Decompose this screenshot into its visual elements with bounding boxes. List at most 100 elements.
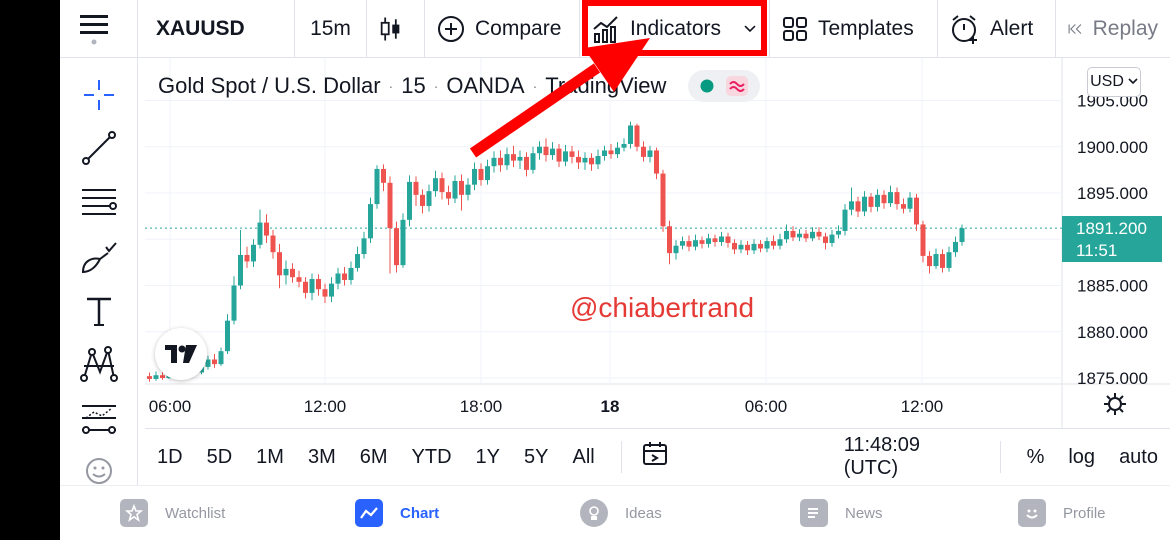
candle xyxy=(914,193,919,231)
range-all[interactable]: All xyxy=(560,446,606,469)
nav-profile-label: Profile xyxy=(1063,504,1106,522)
chart-settings-button[interactable] xyxy=(1103,392,1127,421)
market-status-badge[interactable] xyxy=(688,70,761,102)
candle xyxy=(231,276,237,325)
time-tick-label: 18:00 xyxy=(460,397,503,416)
candle xyxy=(459,174,464,211)
percent-scale-toggle[interactable]: % xyxy=(1015,446,1057,469)
candle xyxy=(400,213,406,268)
candle xyxy=(264,214,269,243)
candle xyxy=(257,209,263,249)
time-tick-label: 06:00 xyxy=(149,397,192,416)
candle xyxy=(628,121,633,149)
candle xyxy=(660,169,666,232)
candle xyxy=(374,165,380,209)
log-scale-toggle[interactable]: log xyxy=(1056,446,1107,469)
candle xyxy=(758,240,763,253)
candle xyxy=(842,204,848,236)
legend-interval: 15 xyxy=(401,73,426,98)
candle xyxy=(361,231,367,259)
candle xyxy=(576,150,581,169)
candle xyxy=(316,274,321,296)
nav-ideas[interactable]: Ideas xyxy=(580,499,662,527)
candle xyxy=(777,233,783,250)
candle xyxy=(836,225,841,239)
candle xyxy=(823,232,828,250)
candle xyxy=(465,178,471,201)
candle xyxy=(582,152,588,170)
last-price-tag: 1891.200 11:51 xyxy=(1062,216,1162,262)
candle xyxy=(394,221,399,273)
price-chart[interactable]: 1905.0001900.0001895.0001885.0001880.000… xyxy=(60,0,1170,428)
candle xyxy=(381,164,386,192)
candle xyxy=(732,239,737,255)
candle xyxy=(387,176,393,274)
tradingview-logo[interactable] xyxy=(155,328,207,380)
currency-label: USD xyxy=(1090,73,1124,90)
legend-symbol-name: Gold Spot / U.S. Dollar xyxy=(158,73,381,98)
auto-scale-toggle[interactable]: auto xyxy=(1107,446,1170,469)
candle xyxy=(751,239,757,255)
candle xyxy=(537,141,542,160)
range-3m[interactable]: 3M xyxy=(296,446,348,469)
legend-separator: · xyxy=(433,78,439,94)
candle xyxy=(212,353,217,368)
candle xyxy=(517,150,523,169)
watchlist-icon xyxy=(120,499,148,527)
candle xyxy=(784,224,789,243)
range-1m[interactable]: 1M xyxy=(244,446,296,469)
nav-chart[interactable]: Chart xyxy=(355,499,439,527)
range-1y[interactable]: 1Y xyxy=(464,446,512,469)
nav-profile[interactable]: Profile xyxy=(1018,499,1106,527)
chart-icon xyxy=(355,499,383,527)
go-to-date-button[interactable] xyxy=(636,441,674,473)
price-tick-label: 1880.000 xyxy=(1077,323,1148,342)
price-tick-label: 1875.000 xyxy=(1077,369,1148,388)
candle xyxy=(342,267,347,286)
range-1d[interactable]: 1D xyxy=(145,446,195,469)
candle xyxy=(283,260,289,285)
profile-icon xyxy=(1018,499,1046,527)
candle xyxy=(368,197,373,243)
utc-clock[interactable]: 11:48:09 (UTC) xyxy=(844,434,976,480)
nav-watchlist[interactable]: Watchlist xyxy=(120,499,225,527)
candle xyxy=(147,372,152,382)
annotation-highlight-box xyxy=(582,0,767,56)
candle xyxy=(407,175,412,227)
candle xyxy=(446,185,451,206)
candle xyxy=(569,145,575,164)
candle xyxy=(498,150,503,172)
candle xyxy=(244,246,250,268)
chart-legend: Gold Spot / U.S. Dollar · 15 · OANDA · T… xyxy=(158,70,761,102)
candle xyxy=(699,236,705,249)
nav-watchlist-label: Watchlist xyxy=(165,504,226,522)
candle xyxy=(933,248,939,269)
nav-chart-label: Chart xyxy=(400,504,440,522)
candle xyxy=(654,147,659,180)
nav-news[interactable]: News xyxy=(800,499,883,527)
currency-selector[interactable]: USD xyxy=(1087,67,1141,97)
candle xyxy=(511,145,516,168)
range-6m[interactable]: 6M xyxy=(348,446,400,469)
range-5y[interactable]: 5Y xyxy=(512,446,560,469)
price-tick-label: 1900.000 xyxy=(1077,138,1148,157)
candle xyxy=(550,142,555,160)
candle xyxy=(868,193,874,213)
candle xyxy=(901,198,906,214)
legend-exchange: OANDA xyxy=(446,73,525,98)
legend-separator: · xyxy=(532,78,538,94)
candle xyxy=(589,153,594,171)
candle xyxy=(270,230,276,259)
candle xyxy=(329,277,334,303)
date-range-bar: 1D 5D 1M 3M 6M YTD 1Y 5Y All 11:48:09 (U… xyxy=(145,428,1170,485)
candle xyxy=(719,231,724,246)
range-5d[interactable]: 5D xyxy=(195,446,245,469)
candle xyxy=(485,159,490,185)
lightbulb-icon xyxy=(580,499,608,527)
candle xyxy=(563,144,568,167)
range-ytd[interactable]: YTD xyxy=(400,446,464,469)
candle xyxy=(862,191,867,217)
candle xyxy=(556,143,562,168)
candle xyxy=(693,234,698,251)
nav-ideas-label: Ideas xyxy=(625,504,662,522)
